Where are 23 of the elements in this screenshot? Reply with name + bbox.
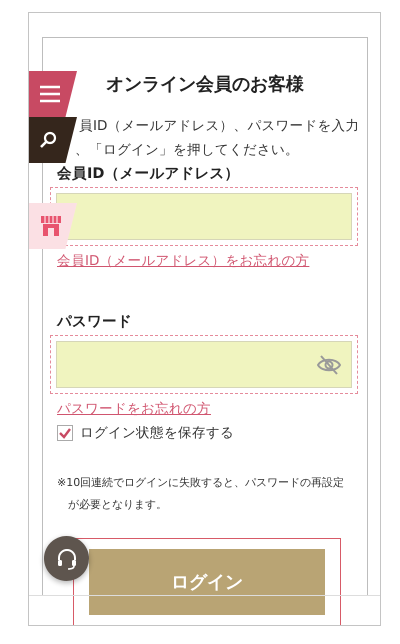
instruction-text: 員ID（メールアドレス）、パスワードを入力 — [78, 117, 360, 136]
field-label: 会員ID（メールアドレス） — [57, 165, 240, 183]
check-icon — [59, 428, 71, 438]
menu-icon — [39, 85, 61, 103]
input-field[interactable] — [56, 193, 352, 240]
shop-tab[interactable] — [29, 203, 77, 249]
search-tab[interactable] — [29, 117, 77, 163]
checkbox[interactable] — [57, 425, 73, 441]
password-field[interactable] — [56, 341, 352, 388]
field-label: パスワード — [57, 313, 133, 331]
page-title: オンライン会員のお客様 — [105, 73, 305, 96]
forgot-link[interactable]: 会員ID（メールアドレス）をお忘れの方 — [57, 252, 310, 270]
note-text: が必要となります。 — [67, 497, 168, 513]
support-button[interactable] — [44, 536, 89, 581]
instruction-text: 、「ログイン」を押してください。 — [74, 141, 300, 160]
note-text: ※10回連続でログインに失敗すると、パスワードの再設定 — [57, 475, 346, 491]
menu-tab[interactable] — [29, 71, 77, 117]
shop-icon — [39, 214, 63, 238]
checkbox-label: ログイン状態を保存する — [80, 424, 234, 442]
search-icon — [39, 131, 57, 149]
login-button[interactable]: ログイン — [89, 549, 325, 615]
forgot-link[interactable]: パスワードをお忘れの方 — [57, 400, 211, 418]
eye-slash-icon[interactable] — [317, 354, 341, 374]
